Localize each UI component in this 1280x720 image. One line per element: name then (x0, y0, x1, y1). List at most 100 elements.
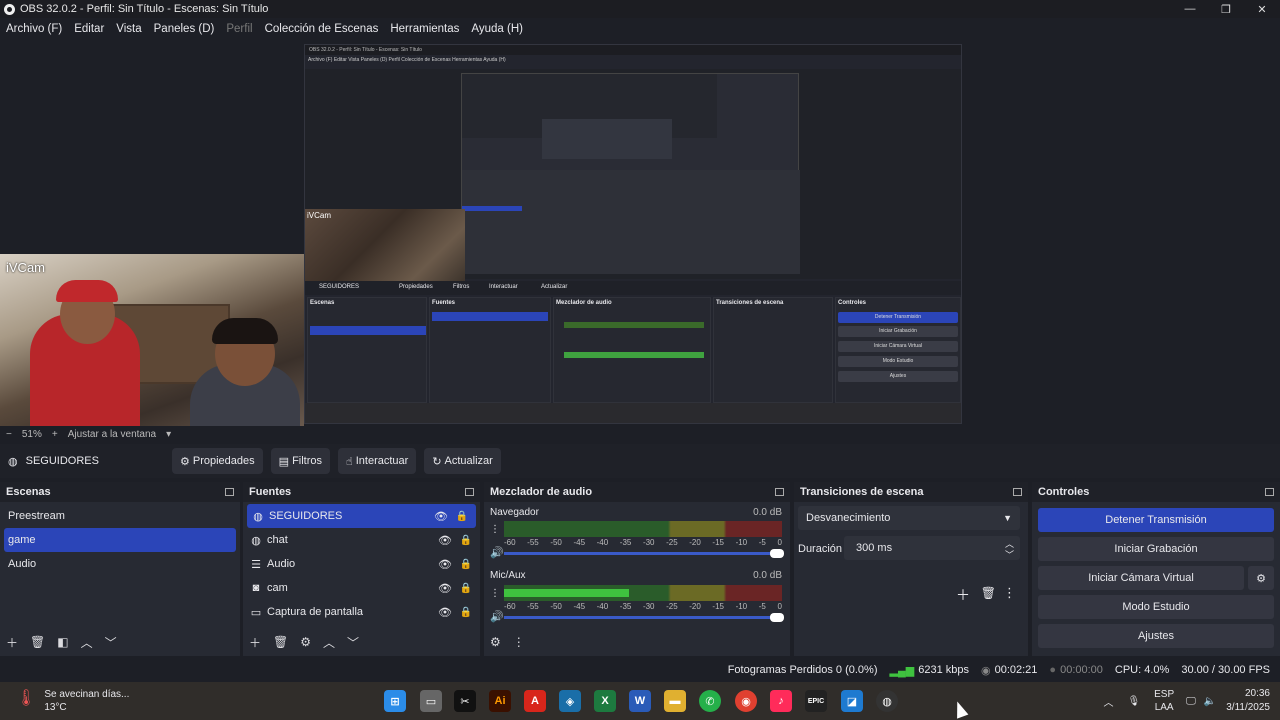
clock[interactable]: 20:36 3/11/2025 (1226, 687, 1270, 715)
spin-down-icon[interactable]: ﹀ (1005, 548, 1014, 561)
epic-games-icon[interactable]: EPIC (805, 690, 827, 712)
language-indicator[interactable]: ESP LAA (1154, 688, 1174, 714)
tray-expand-icon[interactable]: ︿ (1103, 694, 1113, 709)
delete-source-icon[interactable]: 🗑 (273, 635, 288, 649)
close-button[interactable]: ✕ (1244, 0, 1280, 18)
refresh-button[interactable]: ↻ Actualizar (424, 448, 501, 474)
start-recording-button[interactable]: Iniciar Grabación (1038, 537, 1274, 561)
eye-icon[interactable]: 👁 (438, 606, 452, 619)
eye-icon[interactable]: 👁 (434, 510, 448, 523)
whatsapp-icon[interactable]: ✆ (699, 690, 721, 712)
camera-source: iVCam (0, 254, 304, 426)
volume-icon[interactable]: 🔈 (1204, 696, 1216, 707)
scenes-title: Escenas (6, 486, 51, 498)
move-down-icon[interactable]: ﹀ (347, 634, 359, 651)
float-dock-icon[interactable] (1013, 488, 1022, 496)
move-up-icon[interactable]: ︿ (81, 634, 93, 651)
float-dock-icon[interactable] (775, 488, 784, 496)
interact-button[interactable]: ☝ Interactuar (338, 448, 417, 474)
network-icon[interactable]: 🖵 (1186, 696, 1196, 707)
audio-mixer-dock: Mezclador de audio Navegador 0.0 dB ⋮ -6… (484, 482, 790, 656)
transition-menu-icon[interactable]: ⋮ (1003, 585, 1016, 601)
tiktok-icon[interactable]: ♪ (770, 690, 792, 712)
source-item[interactable]: ◍ chat 👁 🔒 (243, 528, 480, 552)
menu-paneles[interactable]: Paneles (D) (154, 23, 215, 35)
scene-filters-icon[interactable]: ◧ (57, 635, 68, 649)
illustrator-icon[interactable]: Ai (489, 690, 511, 712)
float-dock-icon[interactable] (225, 488, 234, 496)
source-properties-icon[interactable]: ⚙ (300, 635, 311, 649)
scene-item-selected[interactable]: game (4, 528, 236, 552)
mixer-menu-icon[interactable]: ⋮ (513, 635, 525, 649)
advanced-audio-icon[interactable]: ⚙ (490, 635, 501, 649)
virtual-cam-settings-button[interactable]: ⚙ (1248, 566, 1274, 590)
maximize-button[interactable]: ❐ (1208, 0, 1244, 18)
menu-vista[interactable]: Vista (116, 23, 141, 35)
record-time: 00:00:00 (1060, 664, 1103, 676)
excel-icon[interactable]: X (594, 690, 616, 712)
source-item[interactable]: ▭ Captura de pantalla 👁 🔒 (243, 600, 480, 624)
menu-editar[interactable]: Editar (74, 23, 104, 35)
menu-ayuda[interactable]: Ayuda (H) (471, 23, 523, 35)
add-source-icon[interactable]: ＋ (249, 634, 261, 651)
source-item[interactable]: ◙ cam 👁 🔒 (243, 576, 480, 600)
stop-stream-button[interactable]: Detener Transmisión (1038, 508, 1274, 532)
folder-icon[interactable]: ▬ (664, 690, 686, 712)
slider-knob[interactable] (770, 613, 784, 622)
vpn-icon[interactable]: ◈ (559, 690, 581, 712)
source-item-selected[interactable]: ◍ SEGUIDORES 👁 🔒 (247, 504, 476, 528)
bluestacks-icon[interactable]: ◪ (841, 690, 863, 712)
settings-button[interactable]: Ajustes (1038, 624, 1274, 648)
zoom-dropdown-icon[interactable]: ▾ (166, 429, 171, 440)
start-virtual-cam-button[interactable]: Iniciar Cámara Virtual (1038, 566, 1244, 590)
lock-icon[interactable]: 🔒 (460, 535, 472, 546)
scene-item[interactable]: Preestream (0, 504, 240, 528)
slider-knob[interactable] (770, 549, 784, 558)
menu-herramientas[interactable]: Herramientas (390, 23, 459, 35)
float-dock-icon[interactable] (465, 488, 474, 496)
duration-input[interactable]: 300 ms ︿ ﹀ (844, 536, 1020, 560)
lock-icon[interactable]: 🔒 (460, 559, 472, 570)
menu-archivo[interactable]: Archivo (F) (6, 23, 62, 35)
add-scene-icon[interactable]: ＋ (6, 634, 18, 651)
lock-icon[interactable]: 🔒 (456, 511, 468, 522)
menu-coleccion-escenas[interactable]: Colección de Escenas (265, 23, 379, 35)
zoom-in-button[interactable]: + (52, 429, 58, 440)
volume-slider[interactable] (504, 549, 784, 558)
menu-perfil[interactable]: Perfil (226, 23, 252, 35)
windows-start-icon[interactable]: ⊞ (384, 690, 406, 712)
filters-button[interactable]: ▤ Filtros (270, 448, 331, 474)
move-down-icon[interactable]: ﹀ (105, 634, 117, 651)
volume-slider[interactable] (504, 613, 784, 622)
minimize-button[interactable]: — (1172, 0, 1208, 18)
weather-widget[interactable]: 🌡 Se avecinan días... 13°C (16, 688, 129, 714)
capcut-icon[interactable]: ✂ (454, 690, 476, 712)
add-transition-icon[interactable]: ＋ (956, 585, 970, 605)
lock-icon[interactable]: 🔒 (460, 607, 472, 618)
scene-item[interactable]: Audio (0, 552, 240, 576)
studio-mode-button[interactable]: Modo Estudio (1038, 595, 1274, 619)
chrome-icon[interactable]: ◉ (735, 690, 757, 712)
lock-icon[interactable]: 🔒 (460, 583, 472, 594)
preview-canvas[interactable]: OBS 32.0.2 - Perfil: Sin Título - Escena… (0, 40, 1280, 426)
eye-icon[interactable]: 👁 (438, 582, 452, 595)
channel-menu-icon[interactable]: ⋮ (490, 524, 500, 535)
delete-transition-icon[interactable]: 🗑 (981, 586, 996, 600)
speaker-icon[interactable]: 🔊 (490, 546, 504, 559)
word-icon[interactable]: W (629, 690, 651, 712)
zoom-out-button[interactable]: − (6, 429, 12, 440)
transition-select[interactable]: Desvanecimiento ▼ (798, 506, 1020, 530)
obs-icon[interactable]: ◍ (876, 690, 898, 712)
channel-menu-icon[interactable]: ⋮ (490, 588, 500, 599)
delete-scene-icon[interactable]: 🗑 (30, 635, 45, 649)
eye-icon[interactable]: 👁 (438, 534, 452, 547)
eye-icon[interactable]: 👁 (438, 558, 452, 571)
acrobat-icon[interactable]: A (524, 690, 546, 712)
speaker-icon[interactable]: 🔊 (490, 610, 504, 623)
microphone-icon[interactable]: 🎙 (1127, 696, 1140, 707)
float-dock-icon[interactable] (1265, 488, 1274, 496)
file-manager-icon[interactable]: ▭ (420, 690, 442, 712)
source-item[interactable]: ☰ Audio 👁 🔒 (243, 552, 480, 576)
properties-button[interactable]: ⚙ Propiedades (172, 448, 263, 474)
move-up-icon[interactable]: ︿ (323, 634, 335, 651)
